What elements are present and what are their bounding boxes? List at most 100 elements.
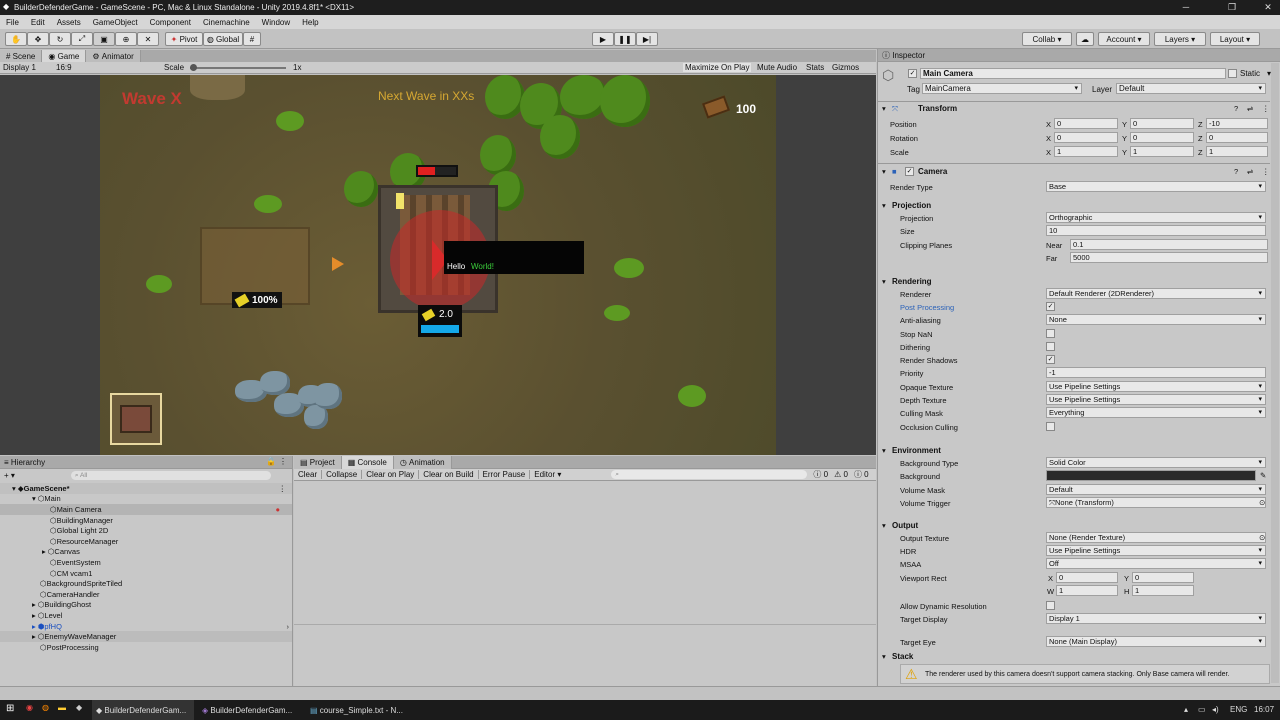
opaque-texture-dropdown[interactable]: Use Pipeline Settings	[1046, 381, 1266, 392]
tag-dropdown[interactable]: MainCamera	[922, 83, 1082, 94]
menu-component[interactable]: Component	[150, 18, 191, 27]
projection-section[interactable]: ▾ Projection	[878, 199, 1270, 212]
msaa-dropdown[interactable]: Off	[1046, 558, 1266, 569]
tree-item-buildingghost[interactable]: ▸ ⬡ BuildingGhost	[0, 600, 292, 611]
layer-dropdown[interactable]: Default	[1116, 83, 1266, 94]
viewport-y-input[interactable]: 0	[1132, 572, 1194, 583]
render-type-dropdown[interactable]: Base	[1046, 181, 1266, 192]
rotation-z-input[interactable]: 0	[1206, 132, 1268, 143]
scale-z-input[interactable]: 1	[1206, 146, 1268, 157]
editor-dropdown[interactable]: Editor ▾	[530, 470, 565, 479]
camera-header[interactable]: ▾ ■ ✓ Camera ? ⇌ ⋮	[878, 166, 1270, 179]
maximize-on-play-toggle[interactable]: Maximize On Play	[683, 63, 752, 72]
menu-edit[interactable]: Edit	[31, 18, 45, 27]
priority-input[interactable]: -1	[1046, 367, 1266, 378]
tree-item-global-light[interactable]: ⬡ Global Light 2D	[0, 525, 292, 536]
anti-aliasing-dropdown[interactable]: None	[1046, 314, 1266, 325]
scale-x-input[interactable]: 1	[1054, 146, 1118, 157]
preset-icon[interactable]: ⇌	[1247, 167, 1253, 176]
size-input[interactable]: 10	[1046, 225, 1266, 236]
menu-window[interactable]: Window	[262, 18, 290, 27]
projection-dropdown[interactable]: Orthographic	[1046, 212, 1266, 223]
add-icon[interactable]: + ▾	[4, 471, 15, 480]
rotation-y-input[interactable]: 0	[1130, 132, 1194, 143]
rotate-tool-icon[interactable]: ↻	[49, 32, 71, 46]
tree-item-main-camera[interactable]: ⬡ Main Camera ●	[0, 504, 292, 515]
clear-on-play-button[interactable]: Clear on Play	[362, 470, 420, 479]
viewport-h-input[interactable]: 1	[1132, 585, 1194, 596]
menu-help[interactable]: Help	[302, 18, 318, 27]
volume-trigger-field[interactable]: ⤧None (Transform)	[1046, 497, 1266, 508]
collapse-button[interactable]: Collapse	[322, 470, 363, 479]
position-z-input[interactable]: -10	[1206, 118, 1268, 129]
collab-button[interactable]: Collab ▾	[1022, 32, 1072, 46]
stats-toggle[interactable]: Stats	[806, 63, 824, 72]
eyedropper-icon[interactable]: ✎	[1260, 471, 1266, 480]
scale-y-input[interactable]: 1	[1130, 146, 1194, 157]
output-texture-field[interactable]: None (Render Texture)	[1046, 532, 1266, 543]
near-input[interactable]: 0.1	[1070, 239, 1268, 250]
culling-mask-dropdown[interactable]: Everything	[1046, 407, 1266, 418]
rendering-section[interactable]: ▾ Rendering	[878, 275, 1270, 288]
global-button[interactable]: ◍ Global	[203, 32, 243, 46]
minimize-icon[interactable]: ─	[1180, 2, 1192, 12]
tab-animation[interactable]: ◷ Animation	[393, 455, 452, 469]
game-world[interactable]: Wave X Next Wave in XXs 100 100% Hello W…	[100, 75, 776, 455]
kebab-menu-icon[interactable]: ⋮	[1262, 167, 1270, 176]
volume-mask-dropdown[interactable]: Default	[1046, 484, 1266, 495]
preset-icon[interactable]: ⇌	[1247, 104, 1253, 113]
layout-button[interactable]: Layout ▾	[1210, 32, 1260, 46]
tree-item-canvas[interactable]: ▸ ⬡ Canvas	[0, 547, 292, 558]
tab-animator[interactable]: ⚙ Animator	[86, 49, 141, 63]
build-button[interactable]	[110, 393, 162, 445]
gizmos-dropdown[interactable]: Gizmos	[832, 63, 859, 72]
camera-enabled-checkbox[interactable]: ✓	[905, 167, 914, 176]
tree-item-postprocessing[interactable]: ⬡ PostProcessing	[0, 642, 292, 653]
help-icon[interactable]: ?	[1234, 104, 1238, 113]
stop-nan-checkbox[interactable]	[1046, 329, 1055, 338]
info-count[interactable]: ⓘ 0	[813, 469, 828, 480]
aspect-dropdown[interactable]: 16:9	[56, 63, 72, 72]
layers-button[interactable]: Layers ▾	[1154, 32, 1206, 46]
account-button[interactable]: Account ▾	[1098, 32, 1150, 46]
post-processing-checkbox[interactable]: ✓	[1046, 302, 1055, 311]
menu-gameobject[interactable]: GameObject	[93, 18, 138, 27]
menu-file[interactable]: File	[6, 18, 19, 27]
background-color-swatch[interactable]	[1046, 470, 1256, 481]
tree-item-eventsystem[interactable]: ⬡ EventSystem	[0, 557, 292, 568]
network-icon[interactable]: ▭	[1198, 705, 1206, 714]
close-icon[interactable]: ✕	[1262, 2, 1274, 13]
background-type-dropdown[interactable]: Solid Color	[1046, 457, 1266, 468]
target-eye-dropdown[interactable]: None (Main Display)	[1046, 636, 1266, 647]
mute-audio-toggle[interactable]: Mute Audio	[757, 63, 797, 72]
static-checkbox[interactable]	[1228, 69, 1237, 78]
scale-slider[interactable]	[190, 64, 286, 71]
object-name-input[interactable]: Main Camera	[920, 68, 1226, 79]
firefox-icon[interactable]: ◍	[42, 703, 49, 712]
tree-item-enemywavemanager[interactable]: ▸ ⬡ EnemyWaveManager	[0, 631, 292, 642]
maximize-icon[interactable]: ❐	[1226, 2, 1238, 13]
tray-icon[interactable]: ▴	[1184, 705, 1188, 714]
clear-on-build-button[interactable]: Clear on Build	[419, 470, 479, 479]
opera-icon[interactable]: ◉	[26, 703, 33, 712]
tree-item-level[interactable]: ▸ ⬡ Level	[0, 610, 292, 621]
kebab-menu-icon[interactable]: ⋮	[1262, 104, 1270, 113]
scale-slider-thumb[interactable]	[190, 64, 197, 71]
scale-tool-icon[interactable]: ⤢	[71, 32, 93, 46]
viewport-w-input[interactable]: 1	[1056, 585, 1118, 596]
windows-start-icon[interactable]: ⊞	[6, 703, 14, 714]
stack-section[interactable]: ▾ Stack	[878, 650, 1270, 663]
menu-assets[interactable]: Assets	[57, 18, 81, 27]
error-pause-button[interactable]: Error Pause	[479, 470, 531, 479]
position-y-input[interactable]: 0	[1130, 118, 1194, 129]
move-tool-icon[interactable]: ✥	[27, 32, 49, 46]
kebab-menu-icon[interactable]: ⋮	[279, 457, 287, 466]
tree-item-cm-vcam1[interactable]: ⬡ CM vcam1	[0, 568, 292, 579]
app-icon[interactable]: ◆	[76, 703, 82, 712]
cloud-icon[interactable]: ☁	[1076, 32, 1094, 46]
tab-game[interactable]: ◉ Game	[42, 49, 87, 63]
tree-item-pfhq[interactable]: ▸ ⬢ pfHQ ›	[0, 621, 292, 632]
transform-header[interactable]: ▾ ⤧ Transform ? ⇌ ⋮	[878, 103, 1270, 116]
tab-scene[interactable]: # Scene	[0, 49, 43, 63]
target-display-dropdown[interactable]: Display 1	[1046, 613, 1266, 624]
